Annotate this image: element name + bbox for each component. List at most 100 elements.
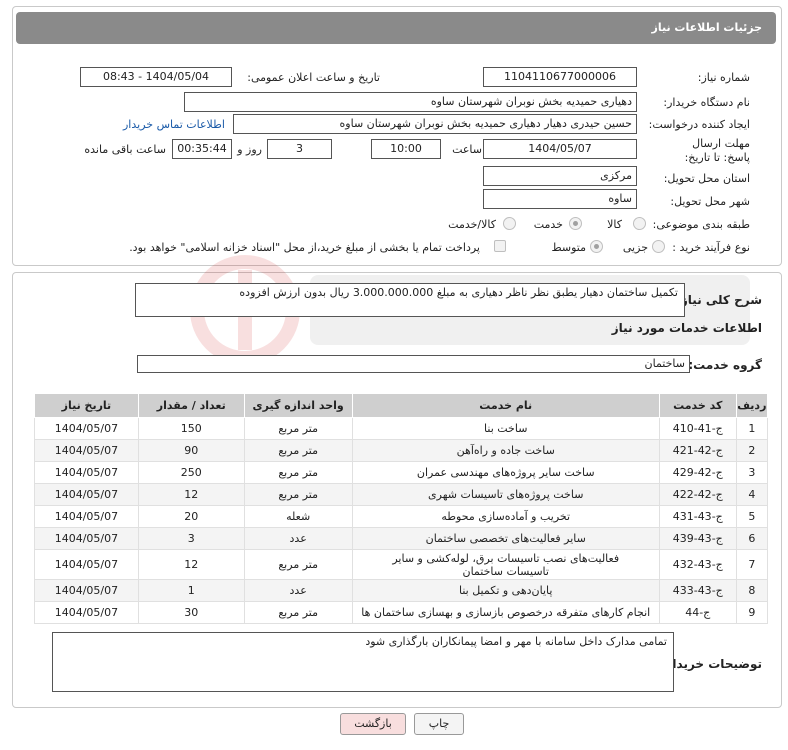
- cell-quantity: 12: [137, 483, 245, 506]
- cell-row-number: 3: [735, 461, 769, 484]
- service-group-field[interactable]: ساختمان: [137, 355, 690, 373]
- cell-need-date: 1404/05/07: [34, 549, 139, 580]
- deadline-date-field[interactable]: 1404/05/07: [483, 139, 637, 159]
- table-row: 8 ج-43-433 پایان‌دهی و تکمیل بنا عدد 1 1404/0…: [34, 579, 769, 602]
- buyer-org-field[interactable]: دهیاری حمیدیه بخش نوبران شهرستان ساوه: [184, 92, 637, 112]
- cell-service-name: پایان‌دهی و تکمیل بنا: [351, 579, 660, 602]
- col-unit: واحد اندازه گیری: [243, 393, 353, 418]
- need-number-label: شماره نیاز:: [697, 71, 750, 84]
- cell-row-number: 7: [735, 549, 769, 580]
- cell-row-number: 6: [735, 527, 769, 550]
- col-service-name: نام خدمت: [351, 393, 660, 418]
- table-row: 6 ج-43-439 سایر فعالیت‌های تخصصی ساختمان عد…: [34, 527, 769, 550]
- category-goods-radio[interactable]: [633, 217, 646, 230]
- col-service-code: کد خدمت: [658, 393, 737, 418]
- days-label: روز و: [237, 143, 262, 156]
- need-number-field[interactable]: 1104110677000006: [483, 67, 637, 87]
- province-field[interactable]: مرکزی: [483, 166, 637, 186]
- cell-service-code: ج-41-410: [658, 417, 737, 440]
- table-row: 4 ج-42-422 ساخت پروژه‌های تاسیسات شهری متر …: [34, 483, 769, 506]
- cell-need-date: 1404/05/07: [34, 601, 139, 624]
- deadline-label: مهلت ارسال پاسخ: تا تاریخ:: [684, 137, 750, 164]
- creator-label: ایجاد کننده درخواست:: [648, 118, 750, 131]
- cell-row-number: 9: [735, 601, 769, 624]
- cell-unit: عدد: [243, 527, 353, 550]
- cell-row-number: 2: [735, 439, 769, 462]
- treasury-payment-note: پرداخت تمام یا بخشی از مبلغ خرید،از محل …: [129, 241, 480, 254]
- cell-unit: عدد: [243, 579, 353, 602]
- cell-quantity: 30: [137, 601, 245, 624]
- page-title: جزئیات اطلاعات نیاز: [16, 12, 776, 44]
- process-medium-radio[interactable]: [590, 240, 603, 253]
- col-need-date: تاریخ نیاز: [34, 393, 139, 418]
- cell-service-name: ساخت بنا: [351, 417, 660, 440]
- process-label: نوع فرآیند خرید :: [672, 241, 750, 254]
- process-minor-label: جزیی: [622, 241, 648, 254]
- table-row: 5 ج-43-431 تخریب و آماده‌سازی محوطه شعله 20 1…: [34, 505, 769, 528]
- treasury-payment-checkbox[interactable]: [494, 240, 506, 252]
- cell-quantity: 90: [137, 439, 245, 462]
- cell-service-name: انجام کارهای متفرقه درخصوص بازسازی و بهس…: [351, 601, 660, 624]
- cell-service-code: ج-42-422: [658, 483, 737, 506]
- cell-need-date: 1404/05/07: [34, 579, 139, 602]
- category-goods-service-label: کالا/خدمت: [448, 218, 496, 231]
- cell-service-code: ج-42-421: [658, 439, 737, 462]
- table-row: 1 ج-41-410 ساخت بنا متر مربع 150 1404/05/07: [34, 417, 769, 440]
- cell-need-date: 1404/05/07: [34, 439, 139, 462]
- category-goods-service-radio[interactable]: [503, 217, 516, 230]
- table-row: 7 ج-43-432 فعالیت‌های نصب تاسیسات برق، لول…: [34, 549, 769, 580]
- cell-service-name: تخریب و آماده‌سازی محوطه: [351, 505, 660, 528]
- cell-need-date: 1404/05/07: [34, 505, 139, 528]
- remaining-time-field[interactable]: 00:35:44: [172, 139, 232, 159]
- cell-unit: متر مربع: [243, 483, 353, 506]
- cell-quantity: 3: [137, 527, 245, 550]
- announce-field[interactable]: 1404/05/04 - 08:43: [80, 67, 232, 87]
- back-button[interactable]: بازگشت: [340, 713, 406, 735]
- creator-field[interactable]: حسین حیدری دهیار دهیاری حمیدیه بخش نوبرا…: [233, 114, 637, 134]
- cell-need-date: 1404/05/07: [34, 483, 139, 506]
- cell-service-code: ج-43-439: [658, 527, 737, 550]
- category-service-label: خدمت: [533, 218, 563, 231]
- cell-row-number: 4: [735, 483, 769, 506]
- table-row: 9 ج-44 انجام کارهای متفرقه درخصوص بازسازی …: [34, 601, 769, 624]
- process-medium-label: متوسط: [551, 241, 586, 254]
- cell-need-date: 1404/05/07: [34, 461, 139, 484]
- cell-service-code: ج-44: [658, 601, 737, 624]
- cell-need-date: 1404/05/07: [34, 417, 139, 440]
- contact-buyer-link[interactable]: اطلاعات تماس خریدار: [123, 118, 225, 131]
- cell-service-name: سایر فعالیت‌های تخصصی ساختمان: [351, 527, 660, 550]
- category-goods-label: کالا: [607, 218, 622, 231]
- city-field[interactable]: ساوه: [483, 189, 637, 209]
- cell-row-number: 8: [735, 579, 769, 602]
- buyer-notes-textarea[interactable]: تمامی مدارک داخل سامانه با مهر و امضا پی…: [52, 632, 674, 692]
- cell-unit: متر مربع: [243, 417, 353, 440]
- summary-textarea[interactable]: تکمیل ساختمان دهیار یطبق نظر ناظر دهیاری…: [135, 283, 685, 317]
- cell-service-name: ساخت پروژه‌های تاسیسات شهری: [351, 483, 660, 506]
- summary-label: شرح کلی نیاز:: [676, 293, 762, 307]
- category-service-radio[interactable]: [569, 217, 582, 230]
- col-quantity: تعداد / مقدار: [137, 393, 245, 418]
- cell-unit: متر مربع: [243, 439, 353, 462]
- col-row-number: ردیف: [735, 393, 769, 418]
- cell-service-name: ساخت سایر پروژه‌های مهندسی عمران: [351, 461, 660, 484]
- deadline-time-field[interactable]: 10:00: [371, 139, 441, 159]
- province-label: استان محل تحویل:: [663, 172, 750, 185]
- cell-quantity: 1: [137, 579, 245, 602]
- cell-need-date: 1404/05/07: [34, 527, 139, 550]
- days-field[interactable]: 3: [267, 139, 332, 159]
- buyer-org-label: نام دستگاه خریدار:: [663, 96, 750, 109]
- service-group-label: گروه خدمت:: [688, 358, 762, 372]
- cell-unit: متر مربع: [243, 601, 353, 624]
- cell-service-code: ج-43-433: [658, 579, 737, 602]
- print-button[interactable]: چاپ: [414, 713, 464, 735]
- buyer-notes-label: توضیحات خریدار:: [660, 657, 762, 671]
- cell-row-number: 1: [735, 417, 769, 440]
- table-row: 3 ج-42-429 ساخت سایر پروژه‌های مهندسی عمرا…: [34, 461, 769, 484]
- cell-service-name: فعالیت‌های نصب تاسیسات برق، لوله‌کشی و س…: [351, 549, 660, 580]
- table-header-row: ردیف کد خدمت نام خدمت واحد اندازه گیری ت…: [34, 393, 769, 418]
- cell-quantity: 150: [137, 417, 245, 440]
- cell-quantity: 250: [137, 461, 245, 484]
- cell-unit: متر مربع: [243, 461, 353, 484]
- table-row: 2 ج-42-421 ساخت جاده و راه‌آهن متر مربع 90 14…: [34, 439, 769, 462]
- process-minor-radio[interactable]: [652, 240, 665, 253]
